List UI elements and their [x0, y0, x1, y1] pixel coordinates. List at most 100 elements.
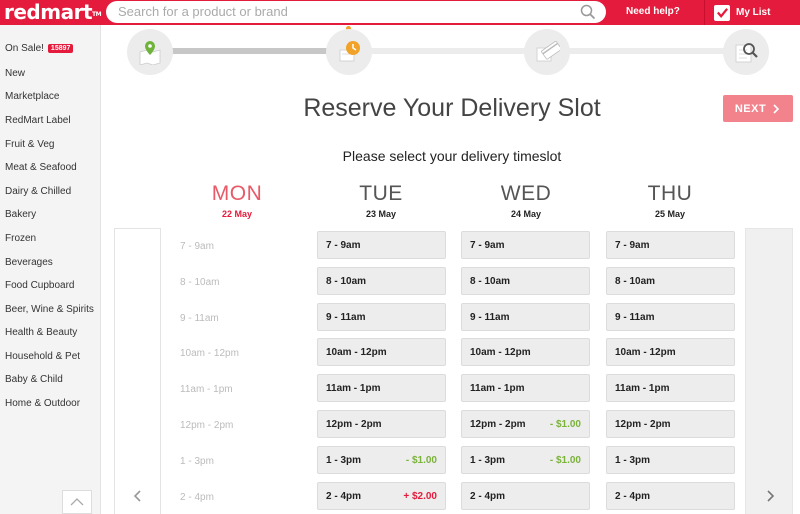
- timeslot-thu-2-4pm[interactable]: 2 - 4pm: [606, 481, 735, 510]
- sidebar-item-on-sale[interactable]: On Sale! 15897: [5, 43, 74, 54]
- timeslot-tue-8-10am[interactable]: 8 - 10am: [317, 266, 446, 295]
- timeslot-time: 11am - 1pm: [326, 383, 381, 395]
- timeslot-thu-11am-1pm[interactable]: 11am - 1pm: [606, 374, 735, 403]
- unavailable-slot-1-3pm: 1 - 3pm: [180, 455, 214, 467]
- checkout-progress-fill: [150, 48, 350, 54]
- timeslot-fee: + $2.00: [403, 490, 437, 502]
- timeslot-tue-1-3pm[interactable]: 1 - 3pm - $1.00: [317, 445, 446, 474]
- top-bar: redmartTM Search for a product or brand …: [0, 0, 800, 25]
- timeslot-thu-12pm-2pm[interactable]: 12pm - 2pm: [606, 410, 735, 438]
- timeslot-time: 11am - 1pm: [470, 383, 525, 395]
- timeslot-time: 11am - 1pm: [615, 383, 670, 395]
- timeslot-fee: - $1.00: [549, 454, 581, 466]
- header-divider: [704, 0, 705, 25]
- search-placeholder: Search for a product or brand: [118, 4, 288, 19]
- timeslot-time: 1 - 3pm: [470, 454, 506, 466]
- timeslot-time: 1 - 3pm: [615, 454, 651, 466]
- unavailable-slot-2-4pm: 2 - 4pm: [180, 491, 214, 503]
- timeslot-thu-8-10am[interactable]: 8 - 10am: [606, 266, 735, 295]
- sidebar-item-label: On Sale!: [5, 43, 44, 54]
- sidebar-item-frozen[interactable]: Frozen: [5, 233, 36, 244]
- sidebar-item-beverages[interactable]: Beverages: [5, 257, 53, 268]
- sidebar-item-household-pet[interactable]: Household & Pet: [5, 351, 80, 362]
- timeslot-time: 8 - 10am: [615, 275, 656, 287]
- day-header-wed: WED 24 May: [461, 182, 591, 219]
- chevron-right-icon: [773, 103, 780, 114]
- my-list-button[interactable]: My List: [714, 3, 770, 22]
- timeslot-time: 2 - 4pm: [615, 490, 651, 502]
- search-icon[interactable]: [580, 4, 596, 20]
- timeslot-tue-10am-12pm[interactable]: 10am - 12pm: [317, 338, 446, 367]
- sidebar-item-food-cupboard[interactable]: Food Cupboard: [5, 280, 75, 291]
- timeslot-wed-8-10am[interactable]: 8 - 10am: [461, 266, 590, 295]
- step-payment: [524, 29, 570, 75]
- timeslot-time: 8 - 10am: [326, 275, 367, 287]
- unavailable-slot-8-10am: 8 - 10am: [180, 276, 220, 288]
- sidebar-item-beer-wine-spirits[interactable]: Beer, Wine & Spirits: [5, 304, 94, 315]
- unavailable-slot-10am-12pm: 10am - 12pm: [180, 348, 239, 360]
- sidebar-item-home-outdoor[interactable]: Home & Outdoor: [5, 398, 80, 409]
- timeslot-wed-11am-1pm[interactable]: 11am - 1pm: [461, 374, 590, 403]
- unavailable-slot-11am-1pm: 11am - 1pm: [180, 384, 233, 396]
- sale-count-badge: 15897: [47, 44, 74, 53]
- sidebar-item-health-beauty[interactable]: Health & Beauty: [5, 327, 77, 338]
- timeslot-tue-9-11am[interactable]: 9 - 11am: [317, 302, 446, 331]
- day-header-tue: TUE 23 May: [316, 182, 446, 219]
- chevron-up-icon: [70, 498, 84, 506]
- timeslot-time: 8 - 10am: [470, 275, 511, 287]
- need-help-link[interactable]: Need help?: [626, 6, 680, 17]
- scroll-to-top-button[interactable]: [62, 490, 92, 514]
- sidebar-item-bakery[interactable]: Bakery: [5, 209, 36, 220]
- timeslot-thu-9-11am[interactable]: 9 - 11am: [606, 302, 735, 331]
- location-pin-icon: [139, 41, 161, 65]
- timeslot-time: 7 - 9am: [470, 240, 505, 251]
- timeslot-wed-2-4pm[interactable]: 2 - 4pm: [461, 481, 590, 510]
- timeslot-tue-2-4pm[interactable]: 2 - 4pm + $2.00: [317, 481, 446, 510]
- sidebar-item-baby-child[interactable]: Baby & Child: [5, 374, 63, 385]
- timeslot-time: 9 - 11am: [615, 311, 655, 323]
- timeslot-wed-9-11am[interactable]: 9 - 11am: [461, 302, 590, 331]
- unavailable-slot-9-11am: 9 - 11am: [180, 312, 219, 324]
- category-sidebar: On Sale! 15897 New Marketplace RedMart La…: [0, 25, 101, 514]
- timeslot-time: 12pm - 2pm: [615, 419, 671, 430]
- timeslot-wed-1-3pm[interactable]: 1 - 3pm - $1.00: [461, 445, 590, 474]
- timeslot-thu-1-3pm[interactable]: 1 - 3pm: [606, 445, 735, 474]
- sidebar-item-dairy-chilled[interactable]: Dairy & Chilled: [5, 186, 71, 197]
- step-delivery-slot: [326, 29, 372, 75]
- next-button[interactable]: NEXT: [723, 95, 793, 122]
- search-input[interactable]: Search for a product or brand: [106, 1, 606, 23]
- chevron-right-icon: [767, 490, 775, 502]
- redmart-logo[interactable]: redmartTM: [4, 1, 102, 23]
- timeslot-time: 10am - 12pm: [615, 347, 676, 359]
- timeslot-time: 2 - 4pm: [326, 490, 362, 502]
- timeslot-thu-10am-12pm[interactable]: 10am - 12pm: [606, 338, 735, 367]
- step-review: [723, 29, 769, 75]
- timeslot-fee: - $1.00: [405, 454, 437, 466]
- timeslot-wed-12pm-2pm[interactable]: 12pm - 2pm - $1.00: [461, 410, 590, 438]
- sidebar-item-meat-seafood[interactable]: Meat & Seafood: [5, 162, 77, 173]
- timeslot-wed-7-9am[interactable]: 7 - 9am: [461, 231, 590, 259]
- timeslot-tue-11am-1pm[interactable]: 11am - 1pm: [317, 374, 446, 403]
- day-date: 25 May: [654, 209, 686, 219]
- previous-days-button[interactable]: [114, 228, 161, 514]
- chevron-left-icon: [133, 490, 141, 502]
- day-name: WED: [500, 182, 552, 205]
- timeslot-time: 12pm - 2pm: [326, 419, 382, 430]
- timeslot-wed-10am-12pm[interactable]: 10am - 12pm: [461, 338, 590, 367]
- timeslot-fee: - $1.00: [549, 419, 581, 430]
- day-header-mon: MON 22 May: [172, 182, 302, 219]
- day-date: 22 May: [221, 209, 253, 219]
- timeslot-tue-7-9am[interactable]: 7 - 9am: [317, 231, 446, 259]
- sidebar-item-new[interactable]: New: [5, 68, 25, 79]
- review-search-icon: [735, 43, 758, 63]
- timeslot-time: 12pm - 2pm: [470, 419, 526, 430]
- sidebar-item-redmart-label[interactable]: RedMart Label: [5, 115, 71, 126]
- timeslot-time: 9 - 11am: [470, 311, 510, 323]
- sidebar-item-fruit-veg[interactable]: Fruit & Veg: [5, 139, 54, 150]
- day-date: 24 May: [510, 209, 542, 219]
- next-days-button[interactable]: [745, 228, 793, 514]
- unavailable-slot-12pm-2pm: 12pm - 2pm: [180, 420, 234, 431]
- timeslot-thu-7-9am[interactable]: 7 - 9am: [606, 231, 735, 259]
- sidebar-item-marketplace[interactable]: Marketplace: [5, 91, 59, 102]
- timeslot-tue-12pm-2pm[interactable]: 12pm - 2pm: [317, 410, 446, 438]
